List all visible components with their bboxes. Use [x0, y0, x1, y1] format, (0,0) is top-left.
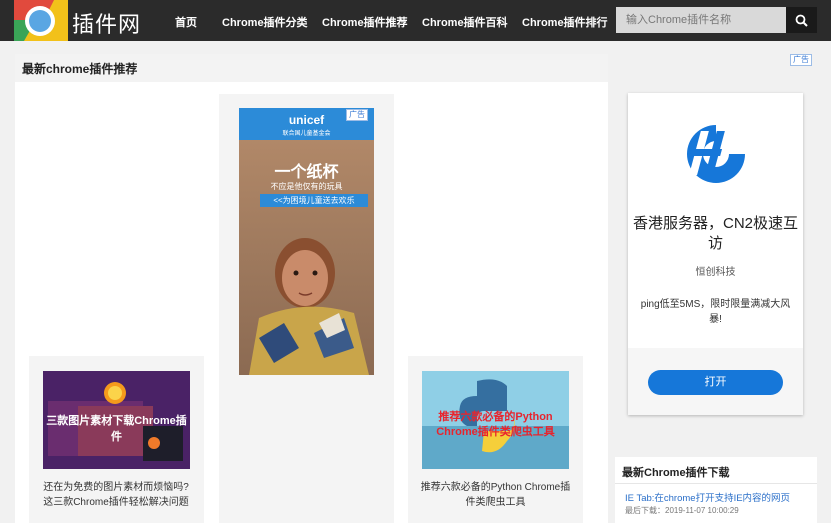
- ad-cta[interactable]: <<为困境儿童送去欢乐: [260, 194, 368, 207]
- top-nav-bar: 插件网 首页 Chrome插件分类 Chrome插件推荐 Chrome插件百科 …: [0, 0, 831, 41]
- ad-badge: 广告: [790, 54, 812, 66]
- thumbnail-title: 推荐六款必备的Python Chrome插件类爬虫工具: [436, 411, 555, 438]
- nav-ranking[interactable]: Chrome插件排行: [522, 14, 608, 30]
- site-logo-text[interactable]: 插件网: [72, 7, 141, 39]
- chrome-logo-icon[interactable]: [14, 0, 68, 41]
- side-ad-desc: ping低至5MS，限时限量满减大风暴!: [640, 299, 791, 325]
- search-icon: [795, 14, 808, 27]
- download-item-meta: 最后下载：2019-11-07 10:00:29: [625, 506, 739, 515]
- ad-headline: 一个纸杯: [274, 164, 339, 181]
- open-button[interactable]: 打开: [648, 370, 783, 395]
- ad-brand-sub: 联合国儿童基金会: [282, 131, 331, 137]
- nav-categories[interactable]: Chrome插件分类: [222, 14, 308, 30]
- side-ad-title: 香港服务器，CN2极速互访: [632, 215, 798, 252]
- latest-downloads-panel: 最新Chrome插件下载 IE Tab:在chrome打开支持IE内容的网页 最…: [615, 457, 817, 523]
- ad-brand: unicef: [288, 113, 325, 127]
- latest-downloads-title: 最新Chrome插件下载: [622, 467, 730, 479]
- section-title: 最新chrome插件推荐: [22, 62, 138, 76]
- nav-home[interactable]: 首页: [175, 14, 197, 30]
- download-item-link[interactable]: IE Tab:在chrome打开支持IE内容的网页: [625, 490, 790, 504]
- article-thumbnail[interactable]: 推荐六款必备的Python Chrome插件类爬虫工具: [422, 371, 569, 469]
- nav-recommended[interactable]: Chrome插件推荐: [322, 14, 408, 30]
- article-caption[interactable]: 推荐六款必备的Python Chrome插件类爬虫工具: [418, 480, 573, 510]
- divider: [615, 483, 817, 484]
- hengchuang-logo-icon: [687, 125, 745, 183]
- article-thumbnail[interactable]: 三款图片素材下载Chrome插件: [43, 371, 190, 469]
- search-button[interactable]: [786, 7, 817, 33]
- nav-encyclopedia[interactable]: Chrome插件百科: [422, 14, 508, 30]
- unicef-ad-banner[interactable]: [239, 108, 374, 375]
- thumbnail-title: 三款图片素材下载Chrome插件: [46, 415, 187, 443]
- article-caption[interactable]: 还在为免费的图片素材而烦恼吗?这三款Chrome插件轻松解决问题: [40, 480, 192, 510]
- search-input[interactable]: [616, 7, 786, 33]
- ad-line2: 不应是他仅有的玩具: [270, 182, 343, 191]
- side-ad-company: 恒创科技: [695, 267, 736, 278]
- side-ad-card[interactable]: 香港服务器，CN2极速互访 恒创科技 ping低至5MS，限时限量满减大风暴! …: [628, 93, 803, 415]
